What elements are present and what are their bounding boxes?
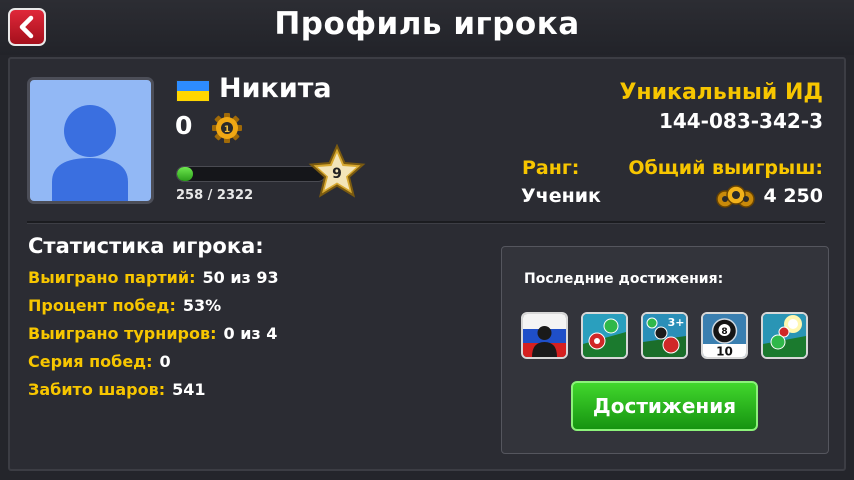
achievements-title: Последние достижения: (524, 271, 724, 287)
balls-pocket-badge-icon[interactable] (581, 312, 628, 359)
default-avatar-icon (52, 105, 128, 201)
balls-3plus-badge-icon[interactable]: 3+ (641, 312, 688, 359)
stat-label: Забито шаров: (28, 380, 166, 399)
xp-progress-fill (177, 167, 194, 181)
top-bar: Профиль игрока (0, 0, 854, 55)
balls-shine-badge-icon[interactable] (761, 312, 808, 359)
stat-value: 0 (159, 352, 171, 371)
stat-row-games-won: Выиграно партий: 50 из 93 (28, 268, 279, 287)
stat-row-balls-potted: Забито шаров: 541 (28, 380, 206, 399)
stat-row-tournaments-won: Выиграно турниров: 0 из 4 (28, 324, 277, 343)
level-value: 0 (175, 111, 193, 140)
level-star-icon: 9 (308, 143, 366, 204)
stat-value: 50 из 93 (202, 268, 279, 287)
rank-value: Ученик (521, 185, 601, 207)
divider (27, 221, 825, 224)
unique-id-value: 144-083-342-3 (658, 109, 823, 133)
total-win-label: Общий выигрыш: (628, 157, 823, 179)
badge-eight-text: 8 (721, 327, 727, 337)
gear-ball-icon: 1 (211, 112, 243, 148)
star-level-text: 9 (332, 166, 342, 182)
svg-text:1: 1 (224, 125, 230, 135)
eight-ball-10-badge-icon[interactable]: 8 10 (701, 312, 748, 359)
stat-label: Выиграно партий: (28, 268, 196, 287)
stat-value: 0 из 4 (223, 324, 278, 343)
rank-label: Ранг: (522, 157, 580, 179)
stat-row-win-percent: Процент побед: 53% (28, 296, 221, 315)
stats-title: Статистика игрока: (28, 234, 264, 258)
badge-3plus-text: 3+ (668, 316, 685, 329)
stat-label: Серия побед: (28, 352, 153, 371)
stat-row-win-streak: Серия побед: 0 (28, 352, 171, 371)
page-title: Профиль игрока (274, 6, 580, 42)
achievements-button[interactable]: Достижения (571, 381, 758, 431)
avatar[interactable] (27, 77, 154, 204)
badge-ten-text: 10 (716, 345, 733, 358)
russia-flag-badge-icon[interactable] (521, 312, 568, 359)
xp-progress-bar (176, 166, 326, 182)
unique-id-label: Уникальный ИД (619, 80, 823, 105)
total-win-value: 4 250 (763, 185, 824, 207)
coins-icon (716, 184, 756, 214)
xp-text: 258 / 2322 (176, 188, 254, 203)
stat-value: 541 (172, 380, 206, 399)
player-name: Никита (219, 73, 332, 104)
stat-value: 53% (182, 296, 222, 315)
stat-label: Процент побед: (28, 296, 176, 315)
ukraine-flag-icon (176, 80, 210, 102)
stat-label: Выиграно турниров: (28, 324, 217, 343)
